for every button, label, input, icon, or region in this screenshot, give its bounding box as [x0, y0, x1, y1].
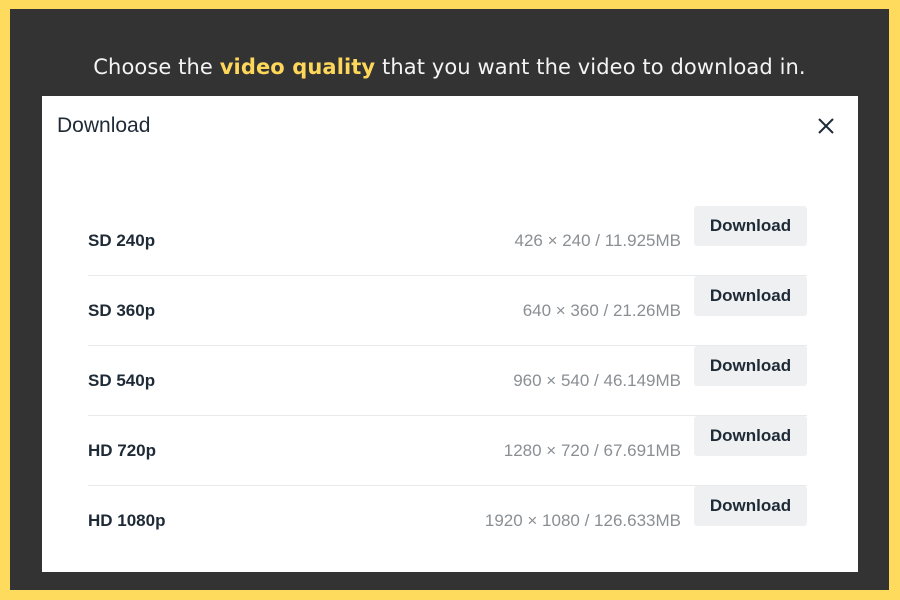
quality-label: SD 240p [88, 231, 156, 250]
caption-text-after: that you want the video to download in. [375, 55, 806, 79]
resolution-size-info: 960 × 540 / 46.149MB [513, 371, 681, 390]
download-button-1080p[interactable]: Download [694, 486, 807, 526]
resolution-size-info: 426 × 240 / 11.925MB [514, 231, 681, 250]
quality-option-row: SD 240p 426 × 240 / 11.925MB Download [88, 206, 807, 276]
quality-option-row: HD 1080p 1920 × 1080 / 126.633MB Downloa… [88, 486, 807, 555]
quality-option-row: HD 720p 1280 × 720 / 67.691MB Download [88, 416, 807, 486]
caption-highlight: video quality [219, 55, 376, 79]
quality-label: HD 720p [88, 441, 157, 460]
close-icon [818, 118, 834, 134]
resolution-size-info: 1920 × 1080 / 126.633MB [484, 511, 681, 530]
close-button[interactable] [814, 114, 838, 138]
download-button-360p[interactable]: Download [694, 276, 807, 316]
quality-label: HD 1080p [88, 511, 166, 530]
resolution-size-info: 640 × 360 / 21.26MB [522, 301, 681, 320]
quality-options-list: SD 240p 426 × 240 / 11.925MB Download SD… [88, 206, 807, 555]
quality-option-row: SD 540p 960 × 540 / 46.149MB Download [88, 346, 807, 416]
download-button-540p[interactable]: Download [694, 346, 807, 386]
download-modal: Download SD 240p 426 × 240 / 11.925MB Do… [42, 96, 858, 572]
caption-text-before: Choose the [93, 55, 220, 79]
resolution-size-info: 1280 × 720 / 67.691MB [503, 441, 681, 460]
modal-title: Download [57, 114, 151, 137]
download-button-240p[interactable]: Download [694, 206, 807, 246]
quality-option-row: SD 360p 640 × 360 / 21.26MB Download [88, 276, 807, 346]
download-button-720p[interactable]: Download [694, 416, 807, 456]
quality-label: SD 360p [88, 301, 156, 320]
quality-label: SD 540p [88, 371, 156, 390]
instruction-caption: Choose the video quality that you want t… [10, 55, 889, 79]
